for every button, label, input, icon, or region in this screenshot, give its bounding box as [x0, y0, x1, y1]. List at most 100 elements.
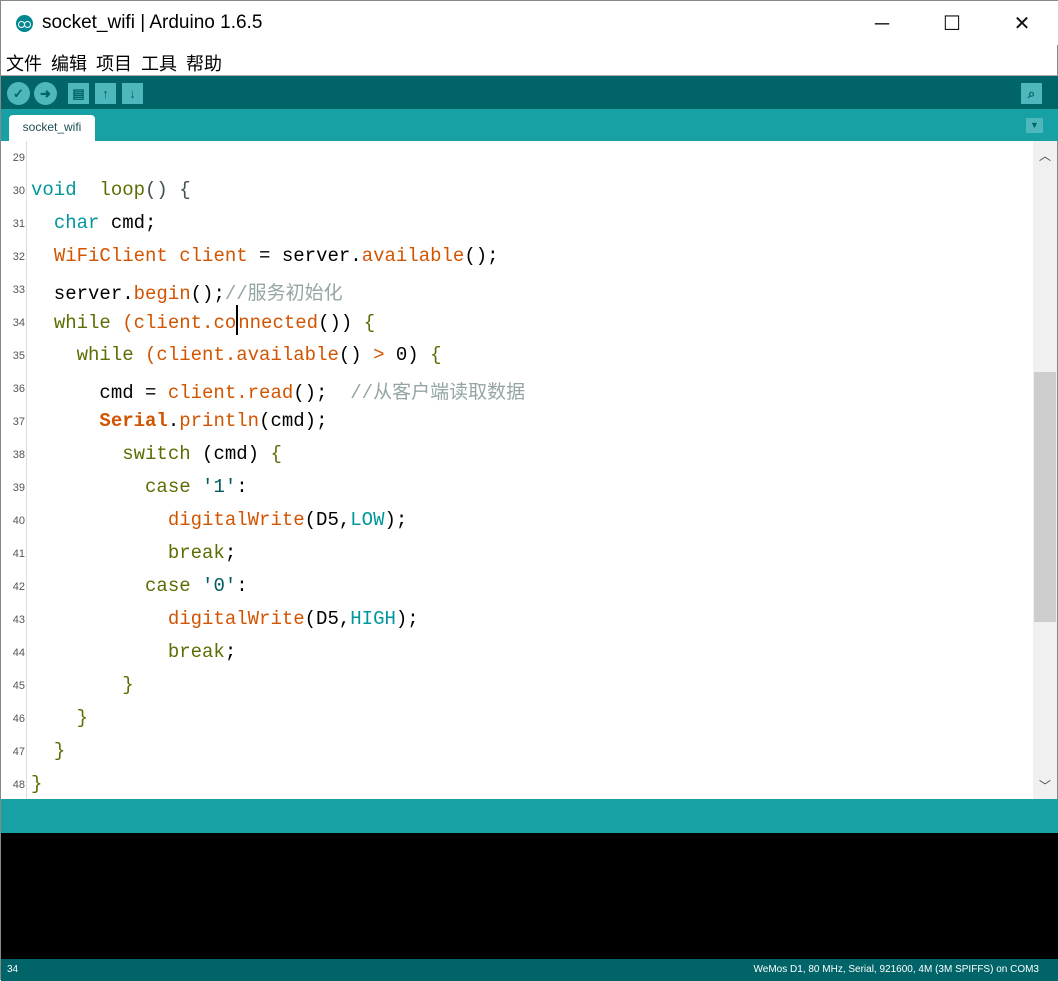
tab-menu-dropdown-icon[interactable]: ▼: [1026, 118, 1043, 133]
tab-bar: socket_wifi ▼: [1, 109, 1058, 141]
code-line[interactable]: 34 while (client.co nnected()) {: [1, 305, 1031, 340]
code-line[interactable]: 41 break;: [1, 538, 1031, 571]
code-text: case '0':: [31, 575, 248, 597]
minimize-button[interactable]: ─: [859, 9, 905, 39]
new-button[interactable]: ▤: [68, 83, 89, 104]
code-token: );: [395, 608, 419, 630]
arduino-logo-icon: [16, 15, 33, 32]
code-token: Serial: [99, 410, 168, 432]
code-token: (cmd);: [259, 410, 328, 432]
save-button[interactable]: ↓: [122, 83, 143, 104]
window-title: socket_wifi | Arduino 1.6.5: [42, 12, 263, 33]
menu-edit[interactable]: 编辑: [51, 50, 87, 76]
code-text: }: [31, 674, 133, 696]
line-number: 30: [12, 185, 25, 197]
code-token: while: [53, 312, 111, 335]
line-number: 32: [12, 251, 25, 263]
code-line[interactable]: 47 }: [1, 736, 1031, 769]
code-token: (client.available: [133, 344, 339, 366]
code-token: cmd;: [99, 212, 157, 234]
code-line[interactable]: 29: [1, 142, 1031, 175]
line-number: 38: [12, 449, 25, 461]
maximize-button[interactable]: ☐: [929, 9, 975, 39]
menu-sketch[interactable]: 项目: [96, 50, 132, 76]
code-text: switch (cmd) {: [31, 443, 282, 465]
code-line[interactable]: 46 }: [1, 703, 1031, 736]
code-token: ;: [224, 542, 237, 564]
code-token: client.read: [167, 382, 294, 404]
verify-button[interactable]: ✓: [7, 82, 30, 105]
code-editor[interactable]: 29 30 void loop() {31 char cmd; 32 WiFiClie…: [1, 141, 1033, 799]
code-line[interactable]: 30 void loop() {: [1, 175, 1031, 208]
scroll-down-icon[interactable]: ﹀: [1033, 777, 1057, 794]
code-token: ();: [293, 382, 351, 404]
code-text: Serial.println(cmd);: [31, 410, 328, 432]
code-text: }: [31, 773, 42, 795]
scrollbar-thumb[interactable]: [1034, 372, 1056, 622]
code-token: while: [76, 344, 134, 366]
code-token: 0): [384, 344, 431, 366]
code-text: digitalWrite(D5,HIGH);: [31, 608, 419, 630]
code-text: case '1':: [31, 476, 248, 498]
code-token: digitalWrite: [167, 608, 305, 630]
menu-file[interactable]: 文件: [6, 50, 42, 76]
code-token: {: [430, 344, 442, 366]
code-token: void: [31, 179, 77, 201]
code-line[interactable]: 33 server.begin();//服务初始化: [1, 274, 1031, 307]
code-line[interactable]: 40 digitalWrite(D5,LOW);: [1, 505, 1031, 538]
code-line[interactable]: 31 char cmd;: [1, 208, 1031, 241]
code-token: }: [31, 773, 43, 795]
code-line[interactable]: 48}: [1, 769, 1031, 802]
code-line[interactable]: 38 switch (cmd) {: [1, 439, 1031, 472]
close-button[interactable]: ✕: [999, 9, 1045, 39]
tab-socket-wifi[interactable]: socket_wifi: [9, 115, 95, 141]
code-token: :: [236, 476, 248, 498]
code-line[interactable]: 42 case '0':: [1, 571, 1031, 604]
code-text: digitalWrite(D5,LOW);: [31, 509, 407, 531]
code-text: WiFiClient client = server.available();: [31, 245, 499, 267]
scroll-up-icon[interactable]: ︿: [1033, 147, 1057, 164]
code-token: .: [167, 410, 180, 432]
code-line[interactable]: 37 Serial.println(cmd);: [1, 406, 1031, 439]
open-button[interactable]: ↑: [95, 83, 116, 104]
menu-tools[interactable]: 工具: [141, 50, 177, 76]
code-line[interactable]: 44 break;: [1, 637, 1031, 670]
code-line[interactable]: 32 WiFiClient client = server.available(…: [1, 241, 1031, 274]
line-number: 48: [12, 779, 25, 791]
line-number: 29: [12, 152, 25, 164]
code-token: (): [338, 344, 374, 366]
code-text: break;: [31, 641, 236, 663]
serial-monitor-button[interactable]: ⌕: [1021, 83, 1042, 104]
line-number: 44: [12, 647, 25, 659]
code-token: server.: [31, 283, 134, 305]
code-text: while (client.co nnected()) {: [31, 305, 375, 335]
code-token: //服务初始化: [224, 283, 343, 305]
vertical-scrollbar[interactable]: ︿ ﹀: [1033, 141, 1057, 799]
code-line[interactable]: 36 cmd = client.read(); //从客户端读取数据: [1, 373, 1031, 406]
code-token: HIGH: [350, 608, 396, 630]
code-token: cmd =: [31, 382, 168, 404]
line-number: 40: [12, 515, 25, 527]
code-text: cmd = client.read(); //从客户端读取数据: [31, 377, 525, 404]
line-number: 39: [12, 482, 25, 494]
code-line[interactable]: 45 }: [1, 670, 1031, 703]
code-token: = server.: [247, 245, 362, 267]
code-text: break;: [31, 542, 236, 564]
code-token: '0': [190, 575, 237, 597]
code-line[interactable]: 35 while (client.available() > 0) {: [1, 340, 1031, 373]
toolbar: ✓ ➜ ▤ ↑ ↓ ⌕: [1, 76, 1058, 109]
upload-button[interactable]: ➜: [34, 82, 57, 105]
menu-help[interactable]: 帮助: [186, 50, 222, 76]
code-line[interactable]: 43 digitalWrite(D5,HIGH);: [1, 604, 1031, 637]
code-token: '1': [190, 476, 237, 498]
code-line[interactable]: 39 case '1':: [1, 472, 1031, 505]
code-token: >: [373, 344, 385, 366]
code-token: available: [361, 245, 465, 267]
console-output: [1, 833, 1058, 959]
